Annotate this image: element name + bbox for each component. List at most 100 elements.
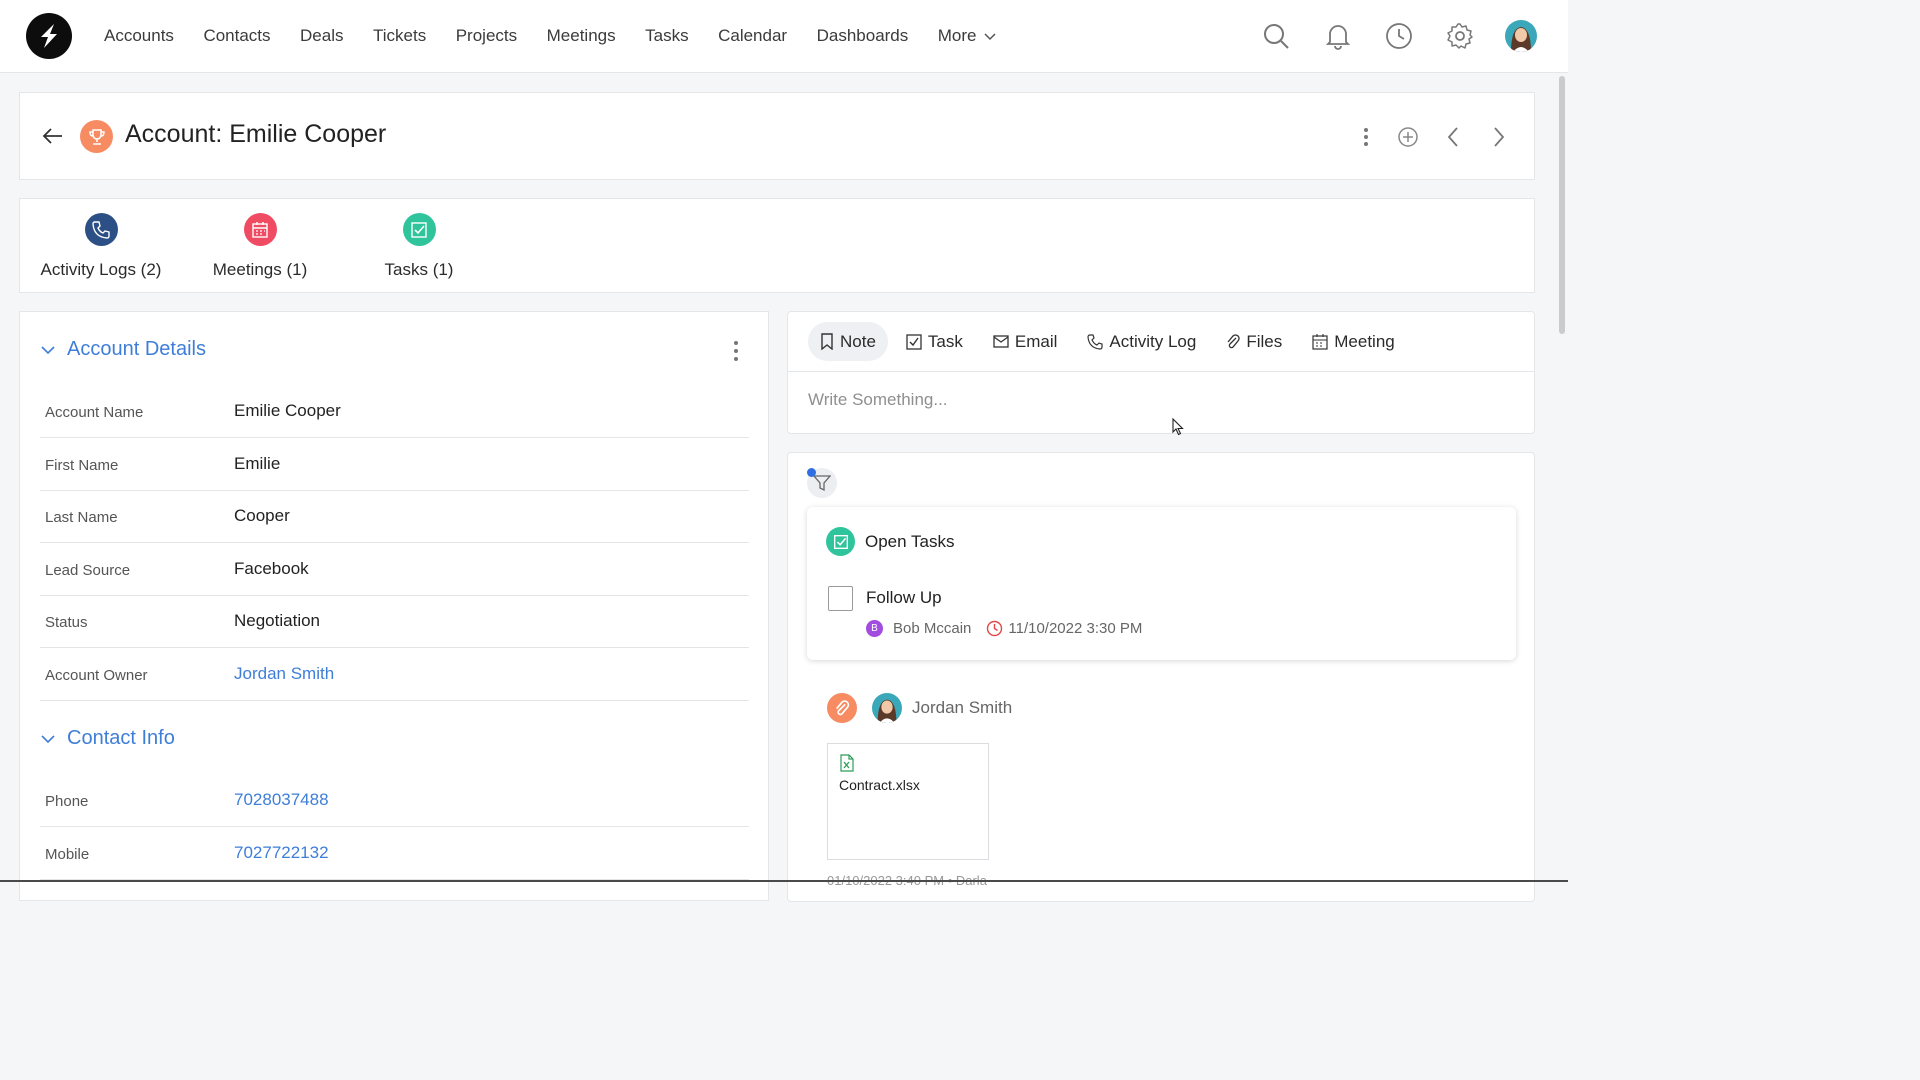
add-button[interactable]	[1394, 123, 1422, 151]
account-details-header[interactable]: Account Details	[40, 338, 206, 361]
notifications-button[interactable]	[1322, 20, 1354, 52]
back-button[interactable]	[40, 123, 66, 149]
phone-link[interactable]: 7028037488	[234, 790, 329, 810]
nav-item-calendar[interactable]: Calendar	[718, 26, 787, 46]
related-activity-logs[interactable]: Activity Logs (2)	[40, 213, 162, 280]
nav-item-accounts[interactable]: Accounts	[104, 26, 174, 46]
tab-note[interactable]: Note	[808, 322, 888, 361]
search-icon	[1264, 24, 1289, 49]
nav-item-contacts[interactable]: Contacts	[203, 26, 270, 46]
top-navigation: Accounts Contacts Deals Tickets Projects…	[0, 0, 1568, 73]
tab-task-label: Task	[927, 331, 963, 351]
mobile-link[interactable]: 7027722132	[234, 843, 329, 863]
field-label: Account Owner	[45, 667, 148, 684]
tab-email[interactable]: Email	[981, 322, 1070, 361]
composer-divider	[788, 371, 1534, 372]
tasks-badge	[402, 213, 436, 246]
account-details-title: Account Details	[67, 338, 206, 360]
activity-logs-label: Activity Logs (2)	[40, 260, 162, 279]
tab-activity-log[interactable]: Activity Log	[1075, 322, 1208, 361]
nav-item-dashboards[interactable]: Dashboards	[817, 26, 909, 46]
kebab-menu-icon	[734, 341, 738, 361]
settings-button[interactable]	[1444, 20, 1476, 52]
nav-item-more[interactable]: More	[938, 26, 997, 46]
page-scrollbar-thumb[interactable]	[1559, 76, 1565, 334]
nav-item-tasks[interactable]: Tasks	[645, 26, 688, 46]
field-first-name: First Name Emilie	[40, 438, 749, 491]
previous-record-button[interactable]	[1439, 123, 1467, 151]
bell-icon	[1325, 25, 1351, 50]
recent-button[interactable]	[1383, 20, 1415, 52]
field-value[interactable]: Negotiation	[234, 611, 320, 631]
tab-email-label: Email	[1014, 331, 1058, 351]
field-value[interactable]: Facebook	[234, 559, 309, 579]
excel-file-icon	[839, 754, 855, 777]
chevron-down-icon	[41, 345, 55, 354]
field-lead-source: Lead Source Facebook	[40, 543, 749, 596]
field-label: Mobile	[45, 846, 90, 863]
details-menu-button[interactable]	[732, 339, 740, 363]
activity-logs-badge	[84, 213, 118, 246]
file-entry-header: Jordan Smith	[827, 693, 1012, 723]
next-record-button[interactable]	[1485, 123, 1513, 151]
task-due-date: 11/10/2022 3:30 PM	[1008, 620, 1143, 637]
calendar-icon	[1312, 333, 1328, 350]
checkbox-icon	[833, 534, 848, 549]
app-logo[interactable]	[26, 13, 72, 59]
due-clock-icon	[986, 620, 1003, 637]
user-avatar[interactable]	[1505, 20, 1537, 52]
nav-menu: Accounts Contacts Deals Tickets Projects…	[104, 0, 1026, 72]
activity-composer: Note Task Email Activity Log Files Meeti…	[787, 311, 1535, 434]
task-assignee: Bob Mccain	[893, 620, 972, 637]
contact-info-header[interactable]: Contact Info	[40, 727, 175, 750]
entry-user-avatar[interactable]	[872, 693, 902, 723]
field-phone: Phone 7028037488	[40, 774, 749, 827]
field-account-name: Account Name Emilie Cooper	[40, 385, 749, 438]
meetings-label: Meetings (1)	[212, 260, 308, 279]
nav-item-deals[interactable]: Deals	[300, 26, 343, 46]
task-complete-checkbox[interactable]	[828, 586, 853, 611]
related-lists: Activity Logs (2) Meetings (1) Tasks (1)	[19, 198, 1535, 293]
open-tasks-badge	[826, 527, 855, 556]
filter-active-dot	[807, 468, 816, 477]
calendar-icon	[252, 221, 268, 238]
nav-item-projects[interactable]: Projects	[456, 26, 517, 46]
nav-item-tickets[interactable]: Tickets	[373, 26, 426, 46]
meetings-badge	[243, 213, 277, 246]
field-value[interactable]: Emilie	[234, 454, 280, 474]
tab-meeting[interactable]: Meeting	[1300, 322, 1406, 361]
mouse-cursor-icon	[1172, 417, 1184, 441]
file-entry-badge	[827, 693, 857, 723]
task-name[interactable]: Follow Up	[866, 588, 942, 608]
activity-timeline: Open Tasks Follow Up B Bob Mccain 11/10/…	[787, 452, 1535, 902]
window-bottom-edge	[0, 880, 1568, 882]
paperclip-icon	[836, 700, 850, 716]
chevron-down-icon	[983, 33, 996, 41]
trophy-icon	[88, 128, 105, 145]
bookmark-icon	[821, 333, 833, 350]
tab-activity-log-label: Activity Log	[1109, 331, 1197, 351]
field-value[interactable]: Cooper	[234, 506, 290, 526]
tasks-label: Tasks (1)	[384, 260, 454, 279]
assignee-avatar: B	[866, 620, 883, 637]
related-meetings[interactable]: Meetings (1)	[212, 213, 308, 280]
related-tasks[interactable]: Tasks (1)	[383, 213, 455, 280]
file-attachment[interactable]: Contract.xlsx	[827, 743, 989, 860]
clock-icon	[1386, 23, 1412, 49]
page-title: Account: Emilie Cooper	[125, 120, 387, 148]
open-tasks-header: Open Tasks	[826, 527, 954, 556]
field-value[interactable]: Emilie Cooper	[234, 401, 341, 421]
tab-files[interactable]: Files	[1214, 322, 1294, 361]
nav-item-meetings[interactable]: Meetings	[547, 26, 616, 46]
lightning-logo-icon	[41, 24, 57, 48]
file-name: Contract.xlsx	[839, 777, 920, 793]
note-input[interactable]	[808, 390, 1508, 410]
gear-icon	[1447, 23, 1473, 49]
chevron-left-icon	[1447, 127, 1458, 147]
tab-task[interactable]: Task	[894, 322, 975, 361]
entry-user-name[interactable]: Jordan Smith	[912, 698, 1012, 718]
search-button[interactable]	[1260, 20, 1292, 52]
tab-meeting-label: Meeting	[1334, 331, 1395, 351]
more-actions-button[interactable]	[1352, 123, 1380, 151]
account-owner-link[interactable]: Jordan Smith	[234, 664, 334, 684]
